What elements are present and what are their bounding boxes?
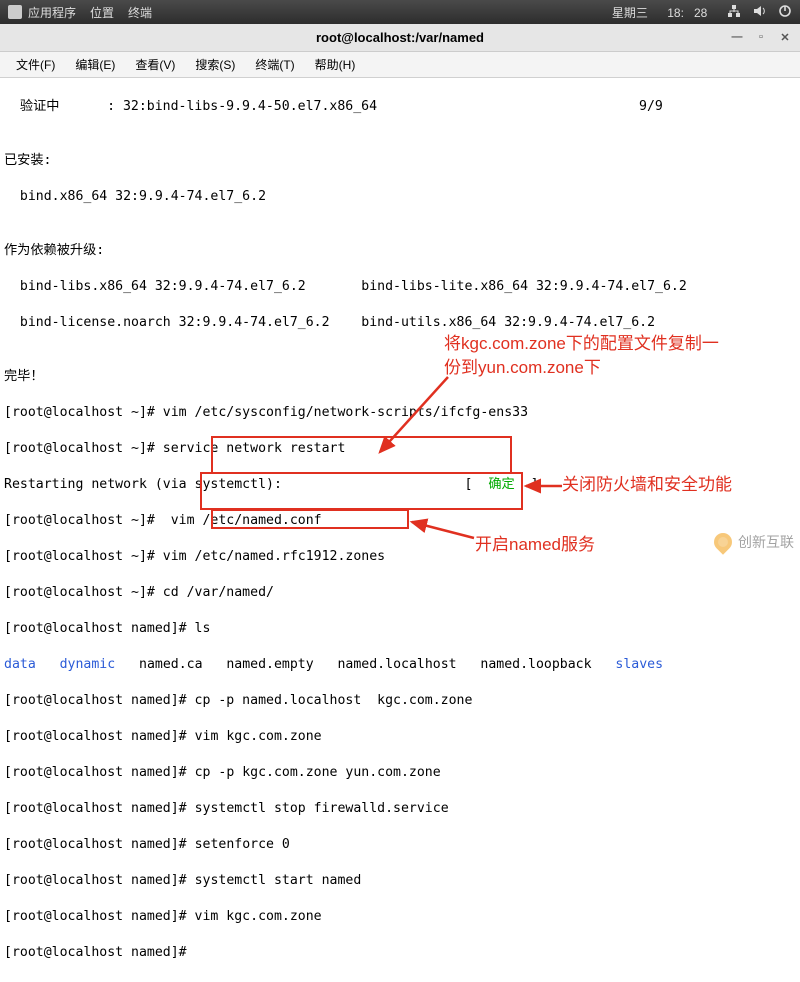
watermark: 创新互联 bbox=[714, 532, 794, 552]
term-line: [root@localhost named]# cp -p named.loca… bbox=[4, 692, 796, 710]
menu-file[interactable]: 文件(F) bbox=[6, 53, 65, 76]
term-line: Restarting network (via systemctl): [ 确定… bbox=[4, 476, 796, 494]
term-line: [root@localhost named]# ls bbox=[4, 620, 796, 638]
menu-view[interactable]: 查看(V) bbox=[125, 53, 185, 76]
term-line: [root@localhost ~]# vim /etc/sysconfig/n… bbox=[4, 404, 796, 422]
volume-icon[interactable] bbox=[753, 4, 767, 21]
term-line: bind.x86_64 32:9.9.4-74.el7_6.2 bbox=[4, 188, 796, 206]
panel-clock[interactable]: 星期三 18:28 bbox=[602, 4, 707, 21]
watermark-icon bbox=[710, 529, 735, 554]
term-line: 完毕！ bbox=[4, 368, 796, 386]
power-icon[interactable] bbox=[778, 4, 792, 21]
term-line: bind-license.noarch 32:9.9.4-74.el7_6.2 … bbox=[4, 314, 796, 332]
menu-help[interactable]: 帮助(H) bbox=[305, 53, 366, 76]
watermark-text: 创新互联 bbox=[738, 532, 794, 552]
menu-terminal[interactable]: 终端(T) bbox=[245, 53, 304, 76]
maximize-button[interactable]: ▫ bbox=[752, 28, 770, 46]
panel-date: 星期三 bbox=[612, 6, 648, 20]
term-line: [root@localhost named]# vim kgc.com.zone bbox=[4, 728, 796, 746]
term-line: [root@localhost ~]# service network rest… bbox=[4, 440, 796, 458]
apps-menu-icon[interactable] bbox=[8, 5, 22, 19]
term-line: 作为依赖被升级: bbox=[4, 242, 796, 260]
panel-applications[interactable]: 应用程序 bbox=[28, 4, 76, 21]
window-title: root@localhost:/var/named bbox=[316, 30, 484, 45]
panel-time: 18:28 bbox=[657, 6, 707, 20]
term-line: [root@localhost ~]# cd /var/named/ bbox=[4, 584, 796, 602]
menu-edit[interactable]: 编辑(E) bbox=[65, 53, 125, 76]
panel-terminal[interactable]: 终端 bbox=[128, 4, 152, 21]
term-line: 验证中 : 32:bind-libs-9.9.4-50.el7.x86_64 9… bbox=[4, 98, 796, 116]
term-line: data dynamic named.ca named.empty named.… bbox=[4, 656, 796, 674]
term-line: [root@localhost named]# setenforce 0 bbox=[4, 836, 796, 854]
network-icon[interactable] bbox=[727, 4, 741, 21]
gnome-panel: 应用程序 位置 终端 星期三 18:28 bbox=[0, 0, 800, 24]
term-line: [root@localhost named]# systemctl start … bbox=[4, 872, 796, 890]
term-line: [root@localhost ~]# vim /etc/named.rfc19… bbox=[4, 548, 796, 566]
close-button[interactable]: ✕ bbox=[776, 28, 794, 46]
term-line: [root@localhost named]# bbox=[4, 944, 796, 962]
panel-places[interactable]: 位置 bbox=[90, 4, 114, 21]
term-line: bind-libs.x86_64 32:9.9.4-74.el7_6.2 bin… bbox=[4, 278, 796, 296]
term-line: [root@localhost named]# cp -p kgc.com.zo… bbox=[4, 764, 796, 782]
term-line: 已安装: bbox=[4, 152, 796, 170]
term-line: [root@localhost named]# systemctl stop f… bbox=[4, 800, 796, 818]
terminal-menubar: 文件(F) 编辑(E) 查看(V) 搜索(S) 终端(T) 帮助(H) bbox=[0, 52, 800, 78]
term-line: [root@localhost ~]# vim /etc/named.conf bbox=[4, 512, 796, 530]
terminal-output[interactable]: 验证中 : 32:bind-libs-9.9.4-50.el7.x86_64 9… bbox=[0, 78, 800, 982]
menu-search[interactable]: 搜索(S) bbox=[185, 53, 245, 76]
window-titlebar[interactable]: root@localhost:/var/named — ▫ ✕ bbox=[0, 24, 800, 52]
term-line: [root@localhost named]# vim kgc.com.zone bbox=[4, 908, 796, 926]
minimize-button[interactable]: — bbox=[728, 28, 746, 46]
